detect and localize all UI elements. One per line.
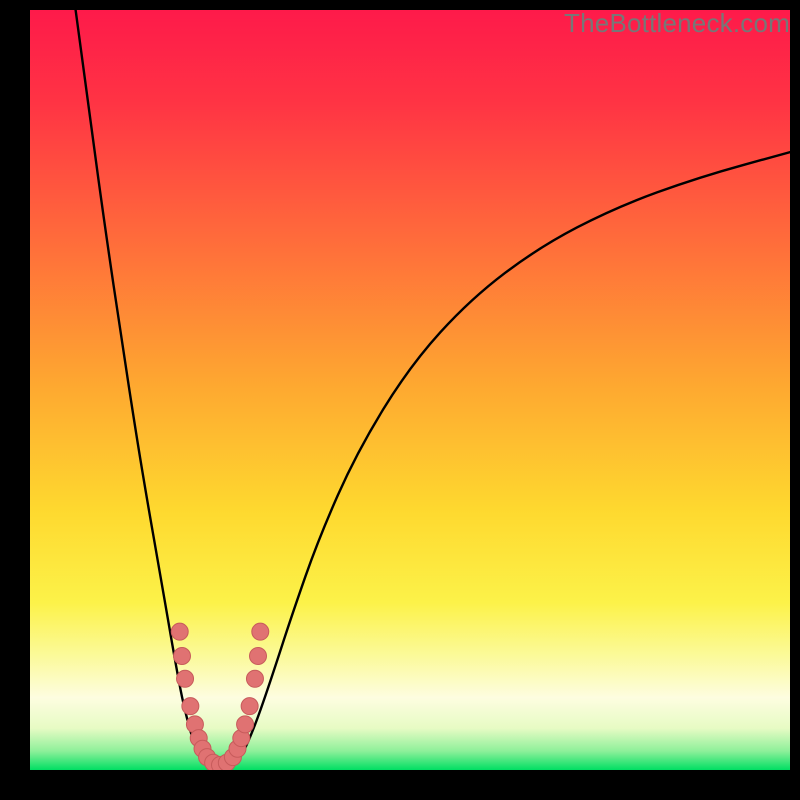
- data-marker: [250, 648, 267, 665]
- data-marker: [177, 670, 194, 687]
- plot-area: [30, 10, 790, 770]
- data-marker: [174, 648, 191, 665]
- curve-layer: [30, 10, 790, 770]
- data-marker: [237, 716, 254, 733]
- watermark-label: TheBottleneck.com: [564, 8, 790, 39]
- data-marker: [246, 670, 263, 687]
- data-marker: [252, 623, 269, 640]
- data-marker: [182, 698, 199, 715]
- marker-group: [171, 623, 269, 770]
- data-marker: [241, 698, 258, 715]
- data-marker: [171, 623, 188, 640]
